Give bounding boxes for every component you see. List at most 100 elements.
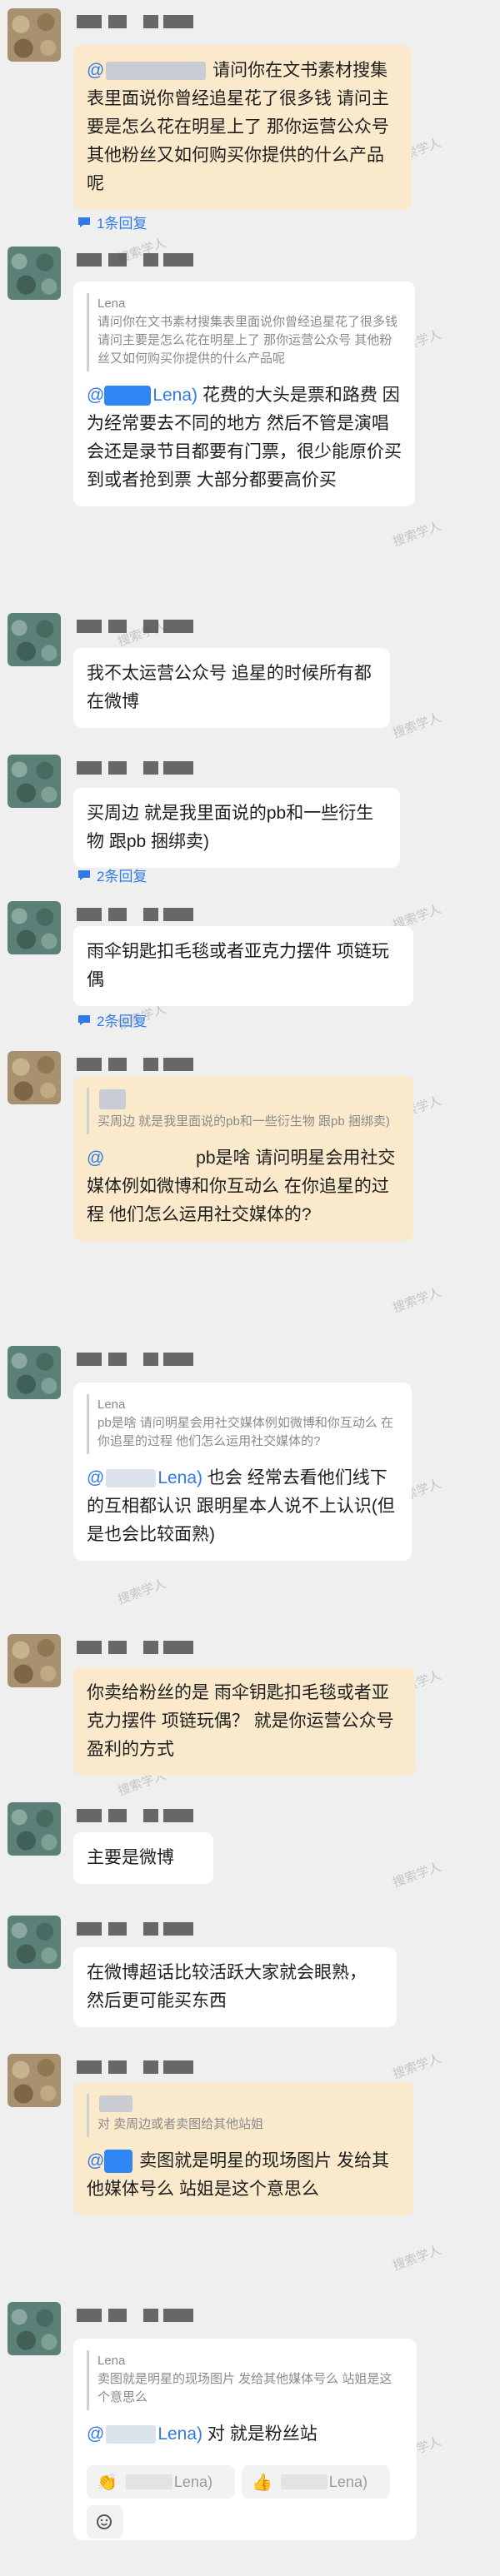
message-bubble[interactable]: 买周边 就是我里面说的pb和一些衍生物 跟pb 捆绑卖) @ pb是啥 请问明星… — [73, 1076, 413, 1241]
message-text: 对 就是粉丝站 — [207, 2424, 318, 2444]
quoted-message[interactable]: Lena 卖图就是明星的现场图片 发给其他媒体号么 站姐是这个意思么 — [87, 2350, 403, 2410]
message-text: 请问你在文书素材搜集表里面说你曾经追星花了很多钱 请问主要是怎么花在明星上了 那… — [87, 61, 389, 193]
reaction-thumbs-up[interactable]: 👍 Lena) — [242, 2465, 390, 2499]
message-bubble[interactable]: Lena pb是啥 请问明星会用社交媒体例如微博和你互动么 在你追星的过程 他们… — [73, 1383, 412, 1561]
message-text: 你卖给粉丝的是 雨伞钥匙扣毛毯或者亚克力摆件 项链玩偶？ 就是你运营公众号盈利的… — [87, 1683, 394, 1759]
add-reaction-icon — [97, 2514, 112, 2529]
quote-author: Lena — [98, 296, 126, 311]
message-bubble[interactable]: 雨伞钥匙扣毛毯或者亚克力摆件 项链玩偶 — [73, 926, 413, 1006]
quote-text: 买周边 就是我里面说的pb和一些衍生物 跟pb 捆绑卖) — [98, 1114, 390, 1129]
redacted-name — [99, 1089, 126, 1109]
replies-count: 2条回复 — [97, 1014, 148, 1029]
avatar[interactable] — [8, 1051, 61, 1104]
quoted-message[interactable]: 买周边 就是我里面说的pb和一些衍生物 跟pb 捆绑卖) — [87, 1088, 400, 1134]
add-reaction-button[interactable] — [87, 2505, 123, 2539]
sender-name — [77, 618, 202, 636]
redacted-name — [106, 2425, 157, 2444]
mention[interactable]: @ Lena) — [87, 2424, 202, 2444]
replies-link[interactable]: 2条回复 — [77, 864, 147, 885]
replies-link[interactable]: 2条回复 — [77, 1009, 147, 1030]
message-text: 雨伞钥匙扣毛毯或者亚克力摆件 项链玩偶 — [87, 942, 389, 989]
reply-thread-icon — [78, 869, 90, 880]
quoted-message[interactable]: 对 卖周边或者卖图给其他站姐 — [87, 2094, 400, 2137]
quote-text: 请问你在文书素材搜集表里面说你曾经追星花了很多钱 请问主要是怎么花在明星上了 那… — [98, 315, 398, 366]
sender-name — [77, 2307, 202, 2325]
message: 你卖给粉丝的是 雨伞钥匙扣毛毯或者亚克力摆件 项链玩偶？ 就是你运营公众号盈利的… — [0, 1634, 500, 1801]
message-text: 主要是微博 — [87, 1848, 174, 1867]
quote-author: Lena — [98, 1398, 126, 1412]
quoted-message[interactable]: Lena pb是啥 请问明星会用社交媒体例如微博和你互动么 在你追星的过程 他们… — [87, 1394, 398, 1454]
message-bubble[interactable]: 买周边 就是我里面说的pb和一些衍生物 跟pb 捆绑卖) — [73, 788, 400, 868]
redacted-name — [106, 1469, 157, 1488]
sender-name — [77, 1639, 202, 1657]
message-bubble[interactable]: Lena 请问你在文书素材搜集表里面说你曾经追星花了很多钱 请问主要是怎么花在明… — [73, 282, 415, 506]
mention[interactable]: @ Lena) — [87, 1468, 202, 1488]
avatar[interactable] — [8, 1346, 61, 1399]
message: 在微博超话比较活跃大家就会眼熟，然后更可能买东西 — [0, 1916, 500, 2040]
reaction-clap[interactable]: 👏 Lena) — [87, 2465, 235, 2499]
reply-thread-icon — [78, 1014, 90, 1025]
replies-link[interactable]: 1条回复 — [77, 212, 147, 232]
mention[interactable]: @ Lena) — [87, 386, 198, 406]
quoted-message[interactable]: Lena 请问你在文书素材搜集表里面说你曾经追星花了很多钱 请问主要是怎么花在明… — [87, 293, 402, 371]
avatar[interactable] — [8, 901, 61, 954]
sender-name — [77, 13, 202, 32]
redacted-name — [106, 62, 207, 81]
sender-name — [77, 1351, 202, 1369]
sender-name — [77, 906, 202, 924]
message-bubble[interactable]: 主要是微博 — [73, 1832, 213, 1884]
avatar[interactable] — [8, 8, 61, 62]
message-text: 买周边 就是我里面说的pb和一些衍生物 跟pb 捆绑卖) — [87, 804, 374, 851]
message-bubble[interactable]: 在微博超话比较活跃大家就会眼熟，然后更可能买东西 — [73, 1947, 397, 2027]
avatar[interactable] — [8, 613, 61, 666]
message: 买周边 就是我里面说的pb和一些衍生物 跟pb 捆绑卖) 2条回复 — [0, 755, 500, 896]
sender-name — [77, 2059, 202, 2077]
redacted-name — [125, 2474, 172, 2489]
avatar[interactable] — [8, 2302, 61, 2355]
quote-author: Lena — [98, 2354, 126, 2368]
reaction-user: Lena) — [173, 2473, 212, 2490]
message-bubble[interactable]: 对 卖周边或者卖图给其他站姐 @ 卖图就是明星的现场图片 发给其他媒体号么 站姐… — [73, 2082, 413, 2215]
message-text: 我不太运营公众号 追星的时候所有都在微博 — [87, 664, 372, 711]
mention[interactable]: @ — [87, 2151, 104, 2170]
redacted-name — [104, 386, 152, 406]
mention[interactable]: @ — [87, 61, 104, 80]
replies-count: 2条回复 — [97, 869, 148, 884]
redacted-name — [99, 2095, 132, 2112]
redacted-name — [280, 2474, 328, 2489]
avatar[interactable] — [8, 1634, 61, 1687]
avatar[interactable] — [8, 1802, 61, 1856]
mention[interactable]: @ — [87, 1148, 104, 1168]
sender-name — [77, 1056, 202, 1074]
avatar[interactable] — [8, 2054, 61, 2107]
quote-text: pb是啥 请问明星会用社交媒体例如微博和你互动么 在你追星的过程 他们怎么运用社… — [98, 1416, 394, 1448]
avatar[interactable] — [8, 1916, 61, 1969]
redacted-name — [104, 2150, 133, 2174]
message-bubble[interactable]: 我不太运营公众号 追星的时候所有都在微博 — [73, 648, 390, 728]
message: Lena 卖图就是明星的现场图片 发给其他媒体号么 站姐是这个意思么 @ Lena… — [0, 2302, 500, 2569]
sender-name — [77, 252, 202, 270]
replies-count: 1条回复 — [97, 216, 148, 232]
message: @ 请问你在文书素材搜集表里面说你曾经追星花了很多钱 请问主要是怎么花在明星上了… — [0, 8, 500, 233]
avatar[interactable] — [8, 247, 61, 300]
reply-thread-icon — [78, 217, 90, 227]
message: Lena 请问你在文书素材搜集表里面说你曾经追星花了很多钱 请问主要是怎么花在明… — [0, 247, 500, 583]
reaction-user: Lena) — [328, 2473, 368, 2490]
message-bubble[interactable]: Lena 卖图就是明星的现场图片 发给其他媒体号么 站姐是这个意思么 @ Lena… — [73, 2339, 417, 2540]
quote-text: 对 卖周边或者卖图给其他站姐 — [98, 2117, 264, 2131]
message: 雨伞钥匙扣毛毯或者亚克力摆件 项链玩偶 2条回复 — [0, 901, 500, 1043]
message: 对 卖周边或者卖图给其他站姐 @ 卖图就是明星的现场图片 发给其他媒体号么 站姐… — [0, 2054, 500, 2287]
thumbs-up-icon: 👍 — [252, 2473, 272, 2492]
message: 买周边 就是我里面说的pb和一些衍生物 跟pb 捆绑卖) @ pb是啥 请问明星… — [0, 1051, 500, 1343]
clap-icon: 👏 — [97, 2473, 118, 2492]
message-bubble[interactable]: @ 请问你在文书素材搜集表里面说你曾经追星花了很多钱 请问主要是怎么花在明星上了… — [73, 45, 412, 210]
message: 主要是微博 — [0, 1802, 500, 1894]
avatar[interactable] — [8, 755, 61, 808]
sender-name — [77, 1807, 202, 1826]
sender-name — [77, 1921, 202, 1939]
message-bubble[interactable]: 你卖给粉丝的是 雨伞钥匙扣毛毯或者亚克力摆件 项链玩偶？ 就是你运营公众号盈利的… — [73, 1667, 415, 1776]
sender-name — [77, 760, 202, 778]
message-text: 在微博超话比较活跃大家就会眼熟，然后更可能买东西 — [87, 1963, 367, 2010]
quote-text: 卖图就是明星的现场图片 发给其他媒体号么 站姐是这个意思么 — [98, 2372, 392, 2404]
message: 我不太运营公众号 追星的时候所有都在微博 — [0, 613, 500, 730]
